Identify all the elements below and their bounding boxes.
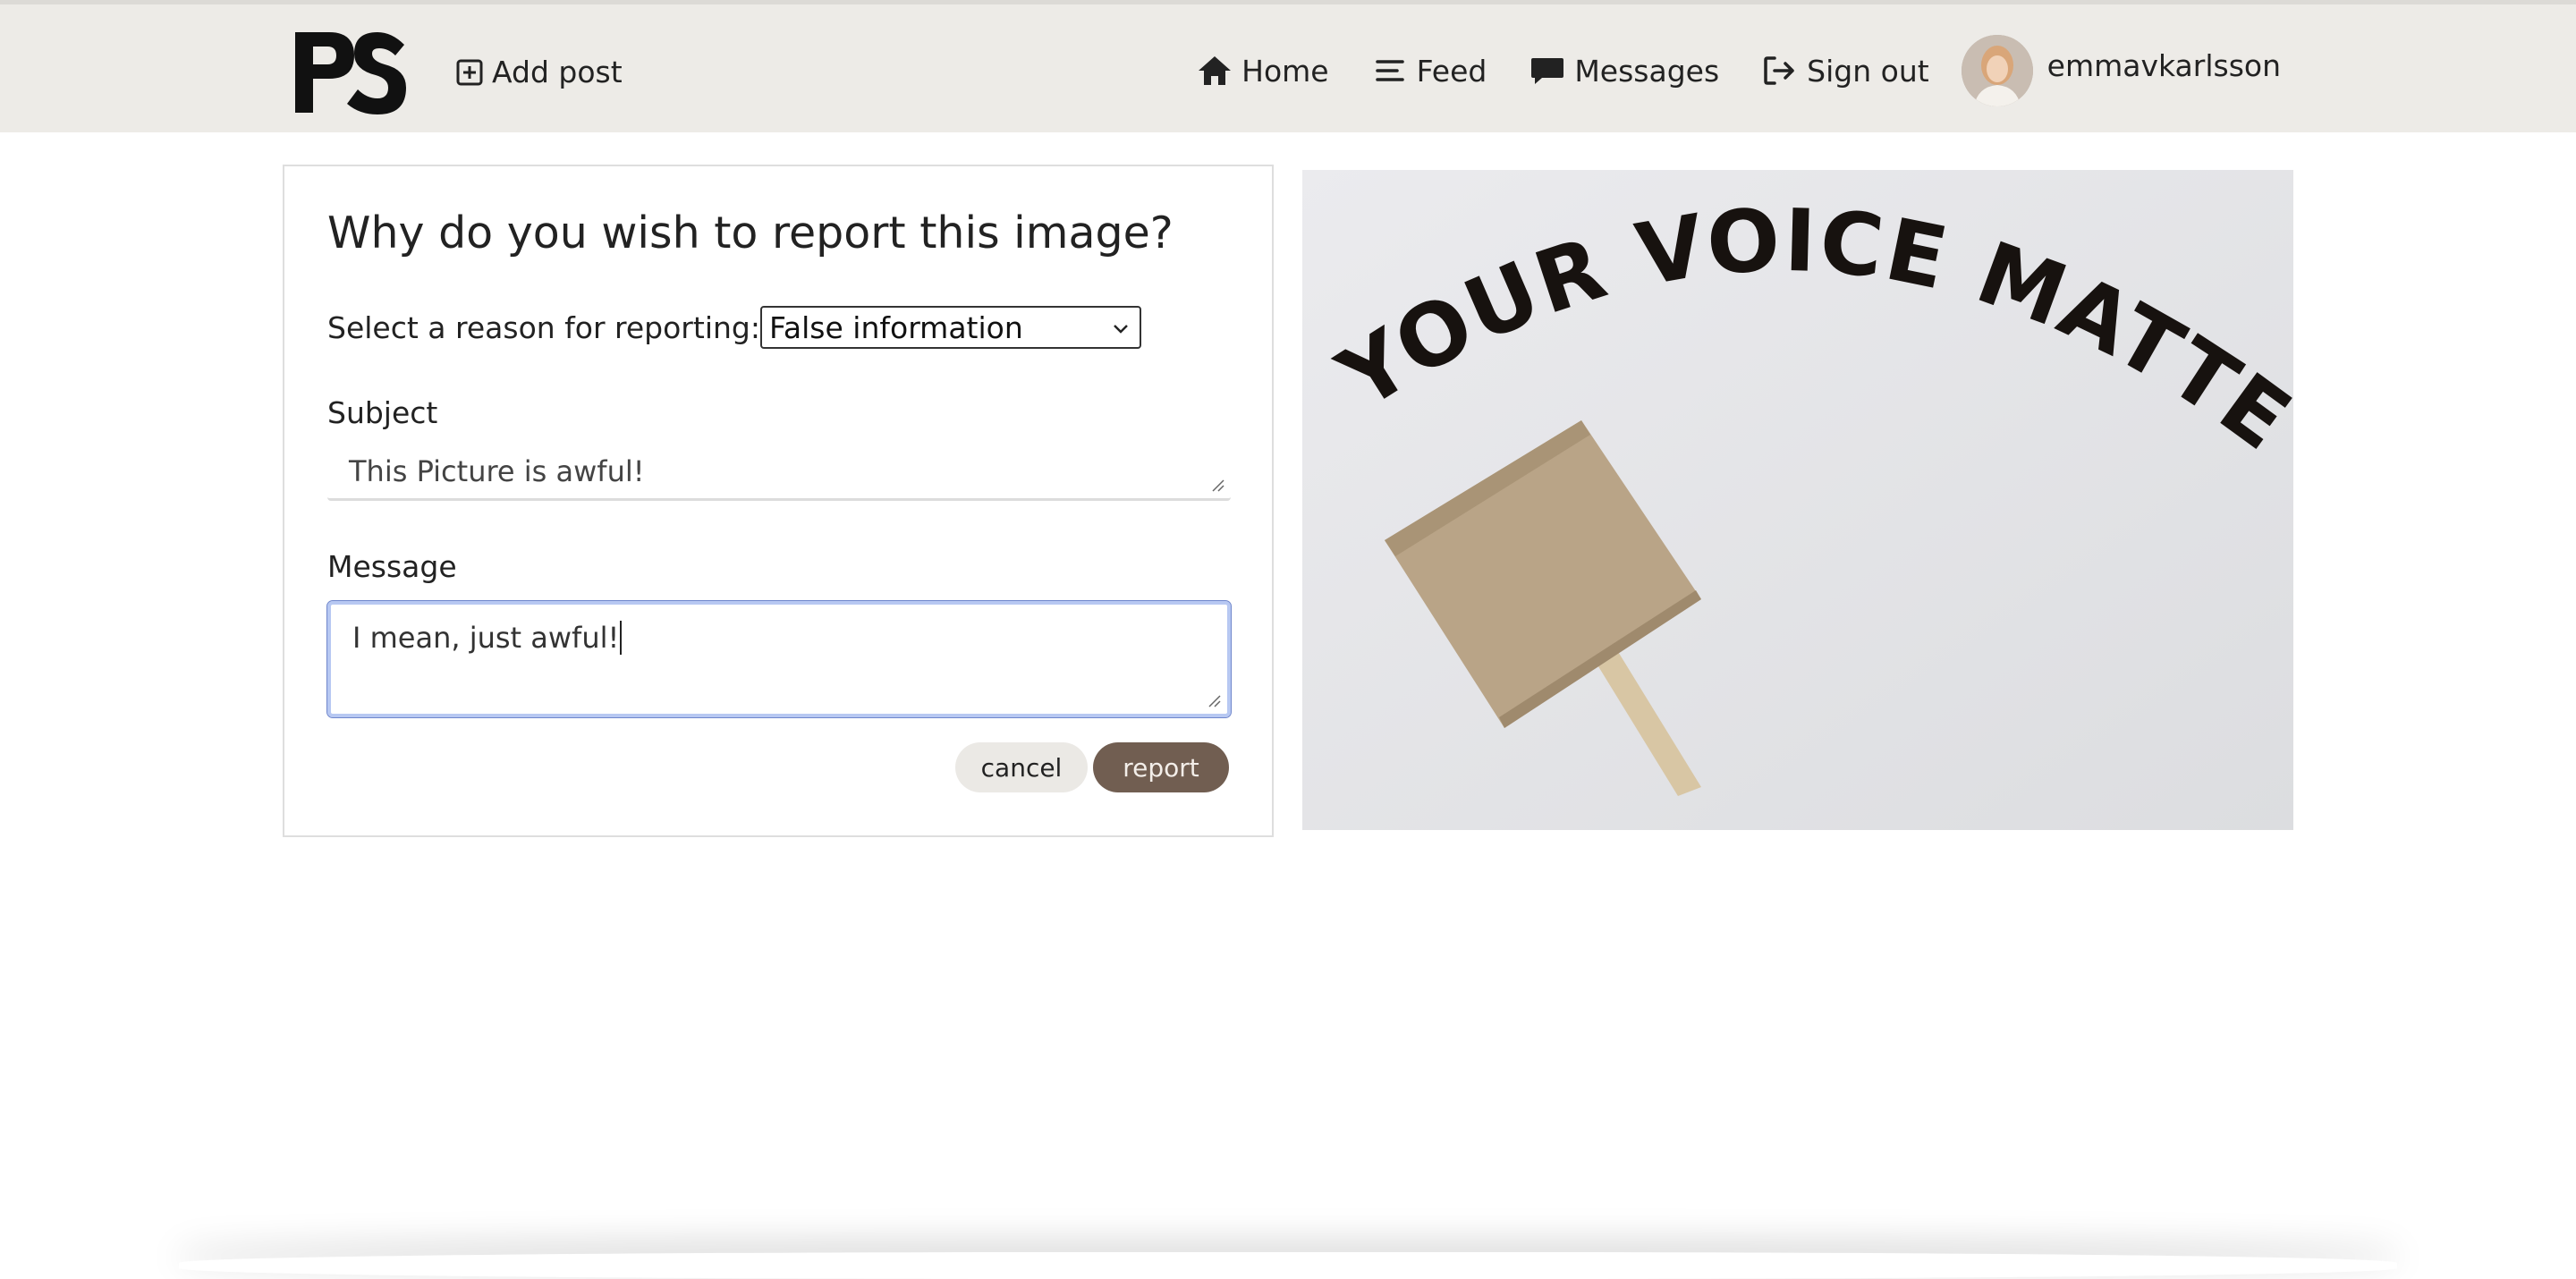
text-cursor: [620, 621, 623, 655]
reason-select[interactable]: False information: [759, 306, 1141, 349]
reported-image: YOUR VOICE MATTERS: [1302, 170, 2293, 830]
subject-field[interactable]: This Picture is awful!: [327, 438, 1231, 501]
report-form-card: Why do you wish to report this image? Se…: [283, 165, 1274, 837]
nav-feed-label: Feed: [1416, 53, 1487, 89]
reported-image-graphic: YOUR VOICE MATTERS: [1302, 170, 2293, 830]
nav-messages[interactable]: Messages: [1530, 54, 1719, 89]
reason-selected-value: False information: [768, 309, 1023, 345]
add-post-link[interactable]: Add post: [456, 55, 623, 89]
resize-handle-icon[interactable]: [1211, 479, 1225, 493]
username[interactable]: emmavkarlsson: [2047, 48, 2281, 83]
nav-sign-out[interactable]: Sign out: [1762, 54, 1929, 89]
menu-lines-icon: [1375, 60, 1404, 81]
navbar: Add post Home Feed Messages Sign out emm…: [0, 0, 2576, 132]
avatar[interactable]: [1961, 35, 2033, 106]
reason-row: Select a reason for reporting: False inf…: [327, 306, 1141, 349]
message-label: Message: [327, 549, 457, 584]
resize-handle-icon[interactable]: [1208, 694, 1222, 708]
form-actions: cancel report: [955, 742, 1229, 792]
message-bubble-icon: [1531, 58, 1564, 84]
cancel-button[interactable]: cancel: [955, 742, 1088, 792]
chevron-down-icon: [1114, 325, 1128, 334]
reason-label: Select a reason for reporting:: [327, 309, 760, 345]
report-title: Why do you wish to report this image?: [327, 208, 1174, 258]
nav-sign-out-label: Sign out: [1807, 53, 1929, 89]
message-value: I mean, just awful!: [352, 621, 620, 655]
avatar-image: [1961, 35, 2033, 106]
nav-home-label: Home: [1241, 53, 1329, 89]
subject-label: Subject: [327, 395, 438, 430]
add-post-label: Add post: [492, 55, 623, 89]
nav-messages-label: Messages: [1574, 53, 1720, 89]
plus-square-icon: [456, 59, 483, 85]
ps-logo[interactable]: [292, 29, 408, 116]
nav-links: Home Feed Messages Sign out emmavkarlsso…: [1154, 35, 2281, 106]
message-field[interactable]: I mean, just awful!: [326, 600, 1232, 718]
page-bottom-shadow: [179, 1252, 2397, 1279]
report-button[interactable]: report: [1093, 742, 1229, 792]
nav-home[interactable]: Home: [1197, 53, 1329, 89]
home-icon: [1199, 56, 1232, 85]
nav-feed[interactable]: Feed: [1372, 54, 1487, 89]
subject-value: This Picture is awful!: [349, 454, 645, 488]
sign-out-icon: [1764, 56, 1794, 85]
